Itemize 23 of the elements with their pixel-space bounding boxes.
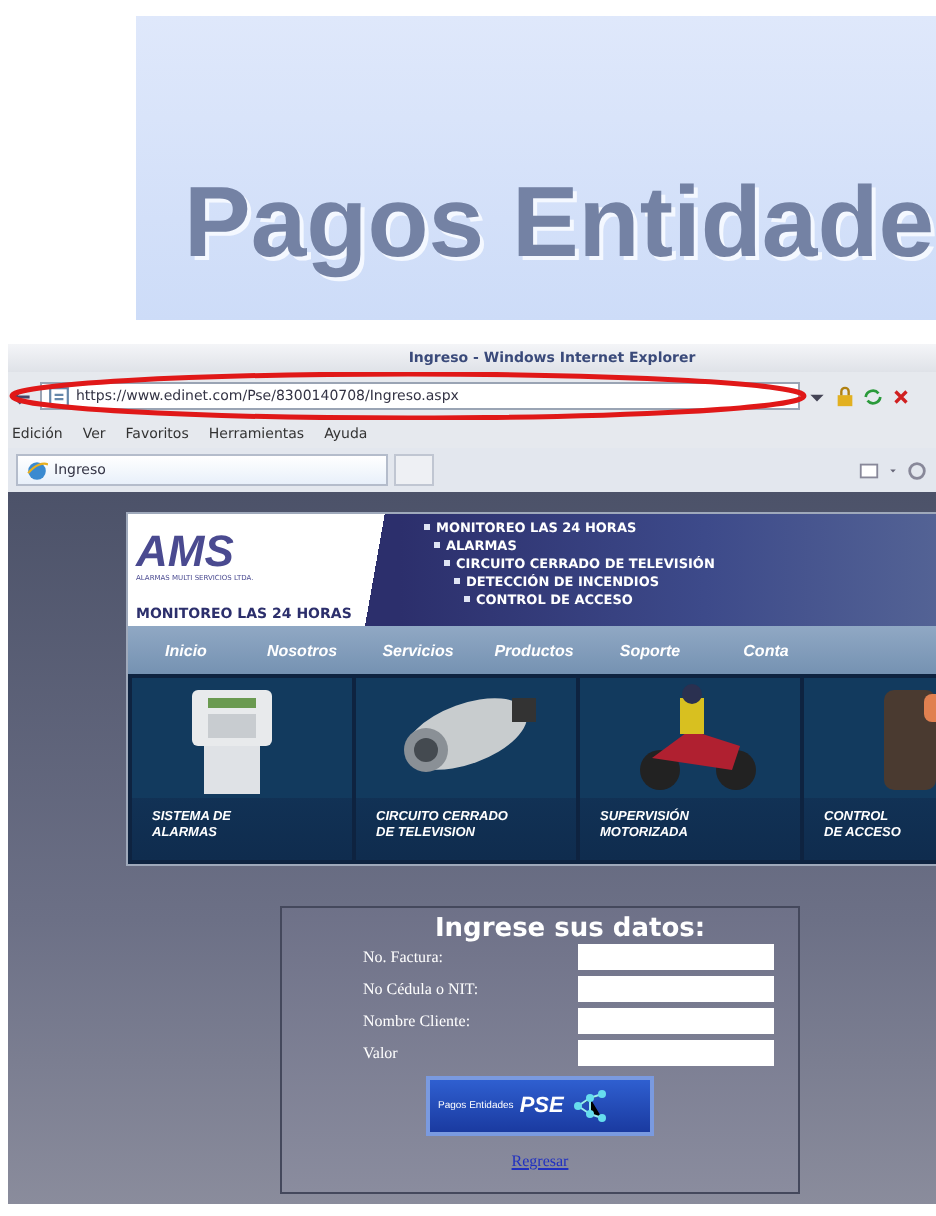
input-field[interactable] xyxy=(577,976,773,1002)
field-label: Valor xyxy=(363,1044,400,1062)
bullet-icon xyxy=(434,542,440,549)
input-field[interactable] xyxy=(577,944,773,970)
bullet-icon xyxy=(424,524,430,531)
bullet-icon xyxy=(454,578,460,585)
close-icon[interactable] xyxy=(890,385,912,407)
field-label: No Cédula o NIT: xyxy=(363,980,481,998)
refresh-icon[interactable] xyxy=(862,385,884,407)
input-field[interactable] xyxy=(577,1008,773,1034)
field-label: No. Factura: xyxy=(363,948,445,966)
input-field[interactable] xyxy=(577,1040,773,1066)
browser-logo-icon xyxy=(26,459,48,481)
network-icon xyxy=(569,1090,610,1122)
feed-icon[interactable] xyxy=(858,459,880,481)
company-logo: AMS xyxy=(136,530,234,574)
home-icon[interactable] xyxy=(906,459,928,481)
banner-title: Pagos Entidade xyxy=(184,164,935,280)
bullet-icon xyxy=(464,596,470,603)
new-tab-button[interactable] xyxy=(394,454,434,486)
field-label: Nombre Cliente: xyxy=(363,1012,473,1030)
bullet-icon xyxy=(444,560,450,567)
form-title: Ingrese sus datos: xyxy=(432,914,706,944)
